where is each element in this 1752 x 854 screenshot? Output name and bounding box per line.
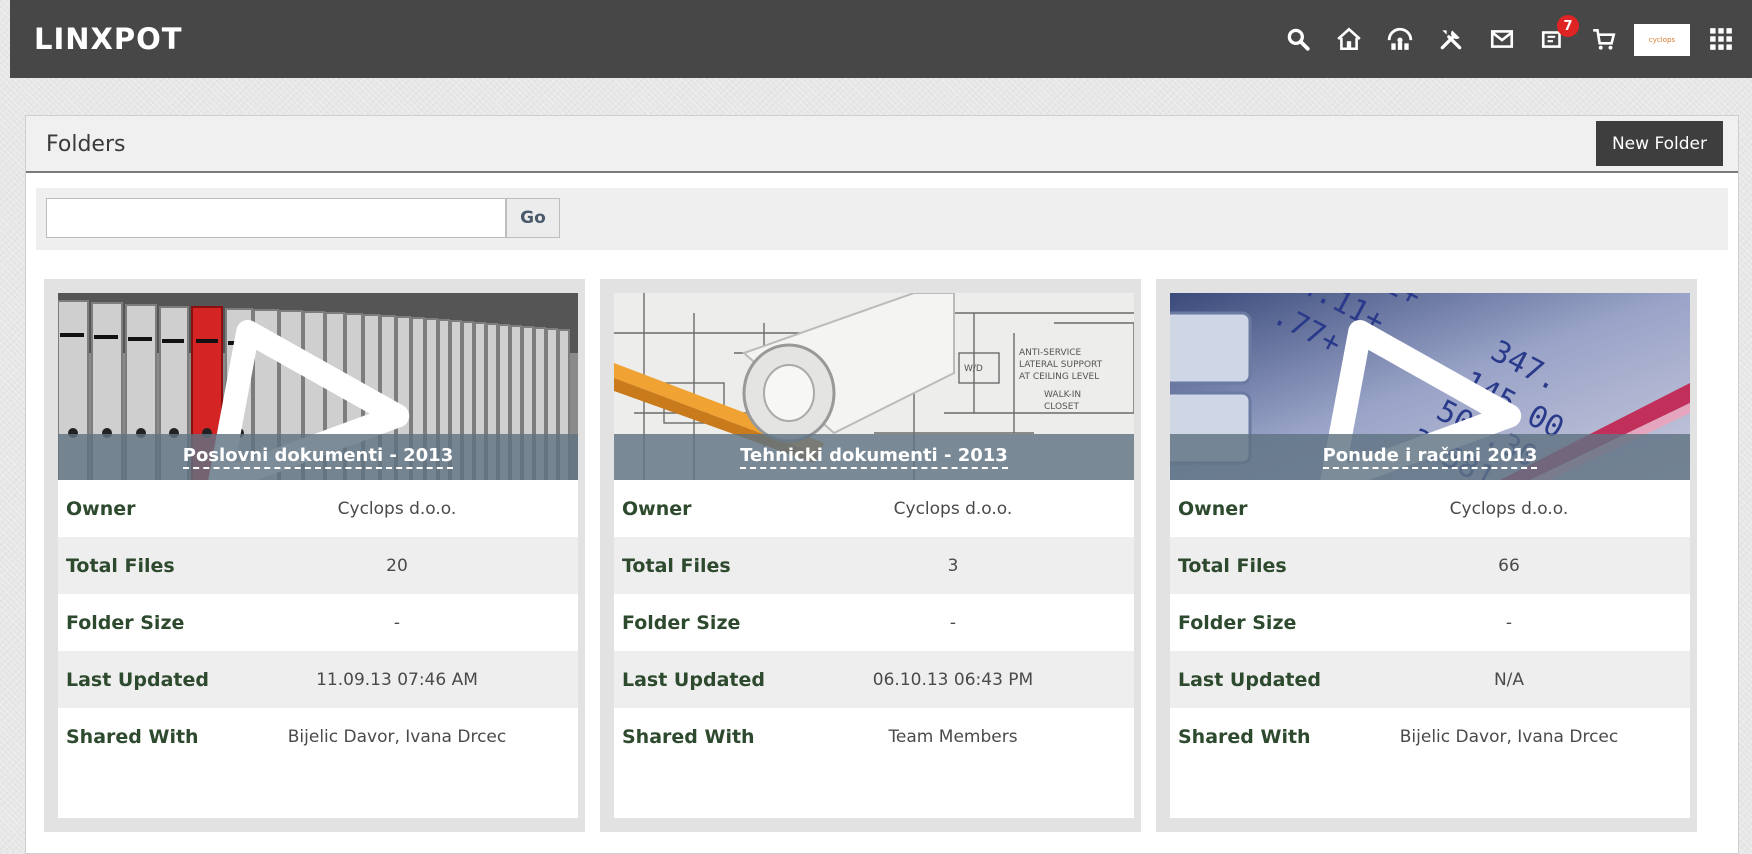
detail-row-owner: Owner Cyclops d.o.o.	[614, 480, 1134, 537]
home-icon[interactable]	[1335, 25, 1363, 53]
last-updated-value: N/A	[1493, 669, 1525, 690]
folder-size-value: -	[949, 612, 957, 633]
owner-value: Cyclops d.o.o.	[337, 498, 457, 519]
last-updated-value: 11.09.13 07:46 AM	[316, 669, 478, 690]
total-files-value: 20	[386, 555, 408, 576]
folder-card: cyclops Poslovni dokumenti - 2013 Owner …	[44, 279, 585, 832]
shared-with-label: Shared With	[1178, 725, 1311, 748]
folder-title-bar: Tehnicki dokumenti - 2013	[614, 434, 1134, 480]
folder-title-bar: Poslovni dokumenti - 2013	[58, 434, 578, 480]
svg-text:ANTI-SERVICE: ANTI-SERVICE	[1019, 348, 1082, 358]
total-files-label: Total Files	[622, 554, 731, 577]
network-icon[interactable]	[1386, 25, 1414, 53]
search-icon[interactable]	[1284, 25, 1312, 53]
svg-text:LATERAL SUPPORT: LATERAL SUPPORT	[1019, 360, 1103, 370]
mail-icon[interactable]	[1488, 25, 1516, 53]
total-files-label: Total Files	[66, 554, 175, 577]
detail-row-shared-with: Shared With Bijelic Davor, Ivana Drcec	[58, 708, 578, 765]
folder-thumbnail[interactable]: cyclops Poslovni dokumenti - 2013	[58, 293, 578, 480]
detail-row-total-files: Total Files 3	[614, 537, 1134, 594]
profile-logo-text: cyclops	[1648, 36, 1676, 44]
shared-with-value: Bijelic Davor, Ivana Drcec	[287, 726, 507, 747]
detail-row-owner: Owner Cyclops d.o.o.	[1170, 480, 1690, 537]
folder-size-label: Folder Size	[66, 611, 185, 634]
detail-row-last-updated: Last Updated N/A	[1170, 651, 1690, 708]
folder-thumbnail[interactable]: W/D ANTI-SERVICE LATERAL SUPPORT AT CEILIN…	[614, 293, 1134, 480]
last-updated-label: Last Updated	[1178, 668, 1321, 691]
svg-text:AT CEILING LEVEL: AT CEILING LEVEL	[1019, 372, 1099, 382]
top-icon-group: 7 cyclops	[1152, 0, 1752, 78]
svg-text:WALK-IN: WALK-IN	[1044, 390, 1081, 400]
profile-logo[interactable]: cyclops	[1634, 24, 1690, 56]
owner-label: Owner	[1178, 497, 1248, 520]
folder-title-link[interactable]: Poslovni dokumenti - 2013	[182, 445, 454, 469]
folder-thumbnail[interactable]: 4.41+ 4.11+ .77+ 347. 145.00 504.30 3,58…	[1170, 293, 1690, 480]
apps-grid-icon[interactable]	[1707, 25, 1735, 53]
detail-row-folder-size: Folder Size -	[58, 594, 578, 651]
panel-header: Folders New Folder	[26, 116, 1738, 173]
folder-size-label: Folder Size	[622, 611, 741, 634]
total-files-value: 3	[947, 555, 959, 576]
page-title: Folders	[46, 132, 126, 157]
top-navbar: LINXPOT 7 cyclops	[10, 0, 1752, 78]
total-files-value: 66	[1498, 555, 1520, 576]
shared-with-value: Team Members	[888, 726, 1018, 747]
detail-row-total-files: Total Files 66	[1170, 537, 1690, 594]
owner-value: Cyclops d.o.o.	[1449, 498, 1569, 519]
folder-card: W/D ANTI-SERVICE LATERAL SUPPORT AT CEILIN…	[600, 279, 1141, 832]
notification-count-badge: 7	[1557, 15, 1579, 37]
folder-size-label: Folder Size	[1178, 611, 1297, 634]
detail-row-last-updated: Last Updated 06.10.13 06:43 PM	[614, 651, 1134, 708]
detail-row-shared-with: Shared With Bijelic Davor, Ivana Drcec	[1170, 708, 1690, 765]
search-input[interactable]	[46, 198, 506, 238]
folder-card-body: 4.41+ 4.11+ .77+ 347. 145.00 504.30 3,58…	[1170, 293, 1690, 818]
folder-title-link[interactable]: Ponude i računi 2013	[1322, 445, 1538, 469]
detail-row-folder-size: Folder Size -	[1170, 594, 1690, 651]
shared-with-label: Shared With	[66, 725, 199, 748]
shared-with-label: Shared With	[622, 725, 755, 748]
cart-icon[interactable]	[1590, 25, 1618, 53]
owner-label: Owner	[66, 497, 136, 520]
folder-size-value: -	[1505, 612, 1513, 633]
folder-card-body: cyclops Poslovni dokumenti - 2013 Owner …	[58, 293, 578, 818]
folder-card: 4.41+ 4.11+ .77+ 347. 145.00 504.30 3,58…	[1156, 279, 1697, 832]
last-updated-value: 06.10.13 06:43 PM	[872, 669, 1034, 690]
detail-row-total-files: Total Files 20	[58, 537, 578, 594]
last-updated-label: Last Updated	[66, 668, 209, 691]
svg-text:CLOSET: CLOSET	[1044, 402, 1079, 412]
folder-title-link[interactable]: Tehnicki dokumenti - 2013	[740, 445, 1008, 469]
owner-value: Cyclops d.o.o.	[893, 498, 1013, 519]
owner-label: Owner	[622, 497, 692, 520]
app-logo[interactable]: LINXPOT	[34, 22, 183, 56]
search-bar: Go	[36, 188, 1728, 250]
detail-row-shared-with: Shared With Team Members	[614, 708, 1134, 765]
folder-size-value: -	[393, 612, 401, 633]
svg-text:W/D: W/D	[964, 364, 983, 374]
go-button[interactable]: Go	[506, 198, 560, 238]
new-folder-button[interactable]: New Folder	[1595, 121, 1723, 166]
tools-icon[interactable]	[1437, 25, 1465, 53]
detail-row-owner: Owner Cyclops d.o.o.	[58, 480, 578, 537]
shared-with-value: Bijelic Davor, Ivana Drcec	[1399, 726, 1619, 747]
last-updated-label: Last Updated	[622, 668, 765, 691]
folders-panel: Folders New Folder Go Poslovni dokumenti…	[25, 115, 1739, 854]
total-files-label: Total Files	[1178, 554, 1287, 577]
detail-row-folder-size: Folder Size -	[614, 594, 1134, 651]
folder-title-bar: Ponude i računi 2013	[1170, 434, 1690, 480]
detail-row-last-updated: Last Updated 11.09.13 07:46 AM	[58, 651, 578, 708]
notifications-icon[interactable]: 7	[1539, 15, 1579, 53]
folder-card-body: W/D ANTI-SERVICE LATERAL SUPPORT AT CEILIN…	[614, 293, 1134, 818]
